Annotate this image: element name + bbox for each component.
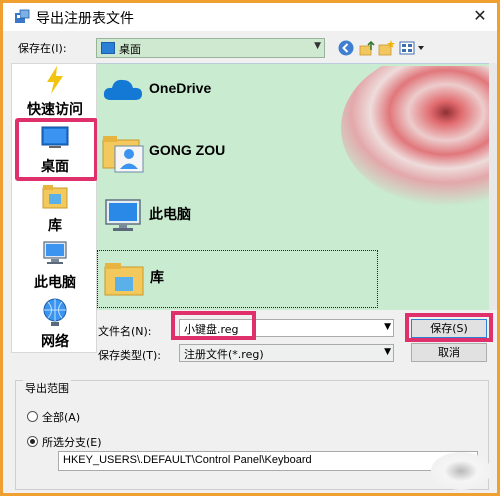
file-name: OneDrive [149,80,212,96]
window-title: 导出注册表文件 [36,11,134,27]
file-item-gong-zou[interactable]: GONG ZOU [97,126,387,178]
desktop-folder-icon [101,42,115,54]
title-bar: 导出注册表文件 ✕ [3,3,497,31]
computer-icon [43,241,67,264]
chevron-down-icon: ▼ [384,347,391,357]
view-menu-icon[interactable] [398,39,426,57]
swirl-watermark-image [431,452,491,490]
user-folder-icon [102,136,144,173]
library-icon [42,185,68,209]
chevron-down-icon: ▼ [314,41,321,51]
place-label: 此电脑 [34,275,76,291]
file-name: GONG ZOU [149,142,226,158]
place-this-pc[interactable]: 此电脑 [12,239,98,295]
file-list[interactable]: OneDrive GONG ZOU 此电脑 库 [97,63,489,310]
new-folder-icon[interactable] [377,39,395,57]
file-name-label: 文件名(N): [98,325,152,338]
back-arrow-icon[interactable] [337,39,355,57]
export-range-title: 导出范围 [23,380,71,396]
place-label: 库 [48,218,62,234]
save-in-value: 桌面 [119,43,141,56]
cancel-button[interactable]: 取消 [411,343,487,362]
radio-export-selected-branch[interactable]: 所选分支(E) [27,434,102,450]
highlight-box-save [405,313,493,342]
file-type-value: 注册文件(*.reg) [184,348,264,361]
place-network[interactable]: 网络 [12,296,98,354]
place-label: 网络 [41,334,69,350]
up-folder-icon[interactable] [358,39,376,57]
highlight-box-desktop [15,118,98,181]
radio-button[interactable] [27,436,38,447]
place-label: 快速访问 [27,102,83,118]
close-icon[interactable]: ✕ [463,3,497,31]
place-quick-access[interactable]: 快速访问 [12,64,98,122]
export-registry-dialog: 导出注册表文件 ✕ 保存在(I): 桌面 ▼ 快速访问 桌面 库 此电脑 网络 … [0,0,500,496]
network-icon [43,298,67,326]
places-bar: 快速访问 桌面 库 此电脑 网络 [11,63,97,353]
place-library[interactable]: 库 [12,182,98,238]
cloud-icon [103,79,142,100]
save-in-label: 保存在(I): [18,42,67,55]
radio-export-all[interactable]: 全部(A) [27,409,80,425]
file-type-select[interactable]: 注册文件(*.reg) ▼ [179,344,394,362]
file-item-this-pc[interactable]: 此电脑 [97,188,387,240]
radio-label: 全部(A) [42,411,81,424]
highlight-box-file-name [171,311,256,340]
radio-button[interactable] [27,411,38,422]
library-folder-icon [104,263,144,296]
radio-label: 所选分支(E) [42,436,102,449]
file-item-library[interactable]: 库 [97,250,378,308]
star-lightning-icon [47,66,63,94]
file-item-onedrive[interactable]: OneDrive [97,64,387,116]
chevron-down-icon[interactable]: ▼ [384,322,391,332]
computer-icon [105,199,141,231]
branch-path-input[interactable]: HKEY_USERS\.DEFAULT\Control Panel\Keyboa… [58,451,478,471]
file-name: 此电脑 [149,206,191,222]
file-type-label: 保存类型(T): [98,349,162,362]
regedit-icon [15,9,30,23]
file-list-scrollbar[interactable] [489,63,497,310]
save-in-dropdown[interactable]: 桌面 ▼ [96,38,325,58]
file-name: 库 [150,269,164,285]
